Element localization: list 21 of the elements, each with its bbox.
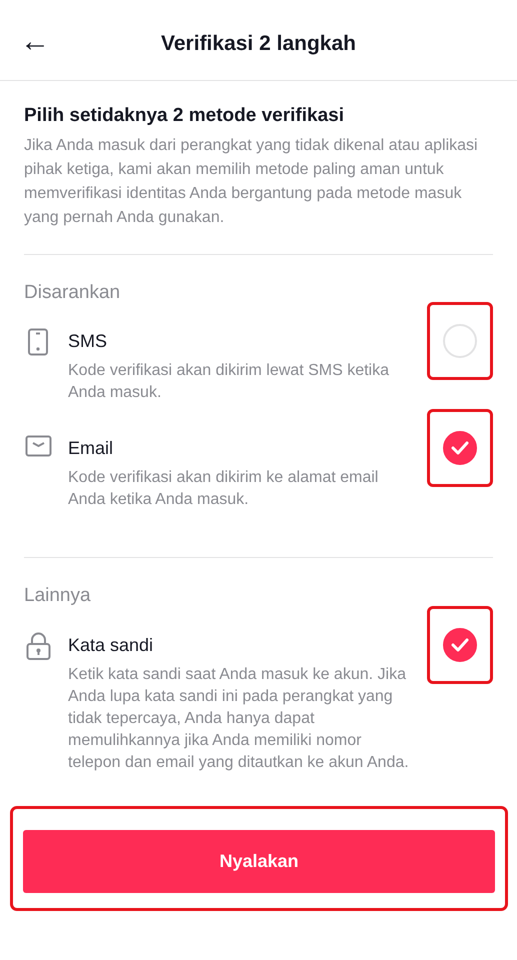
checked-checkbox[interactable] [443,431,477,466]
check-icon [451,638,469,652]
check-icon [451,441,469,456]
unchecked-checkbox[interactable] [443,324,477,358]
page-title: Verifikasi 2 langkah [161,31,356,58]
section-heading: Disarankan [24,280,122,305]
enable-button[interactable]: Nyalakan [23,830,495,893]
method-description: Ketik kata sandi saat Anda masuk ke akun. Jika Anda lupa kata sandi ini pada perangkat yang tidak tepercaya, Anda hanya dapat memulihkannya jika Anda memiliki nomor telepon dan email yang ditautkan ke akun Anda. [68,664,410,773]
back-button[interactable]: ← [20,24,50,60]
envelope-icon [24,435,52,458]
lock-icon [26,632,50,660]
section-title: Pilih setidaknya 2 metode verifikasi [24,105,345,128]
method-description: Kode verifikasi akan dikirim lewat SMS ketika Anda masuk. [68,361,390,404]
method-name: SMS [68,330,108,354]
description-text: Jika Anda masuk dari perangkat yang tidak dikenal atau aplikasi pihak ketiga, kami akan memilih metode paling aman untuk memverifikasi identitas Anda bergantung pada metode masuk yang pernah Anda gunakan. [24,136,479,228]
checked-checkbox[interactable] [443,628,477,662]
phone-icon [27,328,49,356]
method-description: Kode verifikasi akan dikirim ke alamat email Anda ketika Anda masuk. [68,468,380,510]
method-name: Email [68,437,114,460]
method-name: Kata sandi [68,634,154,657]
section-heading: Lainnya [24,584,92,608]
